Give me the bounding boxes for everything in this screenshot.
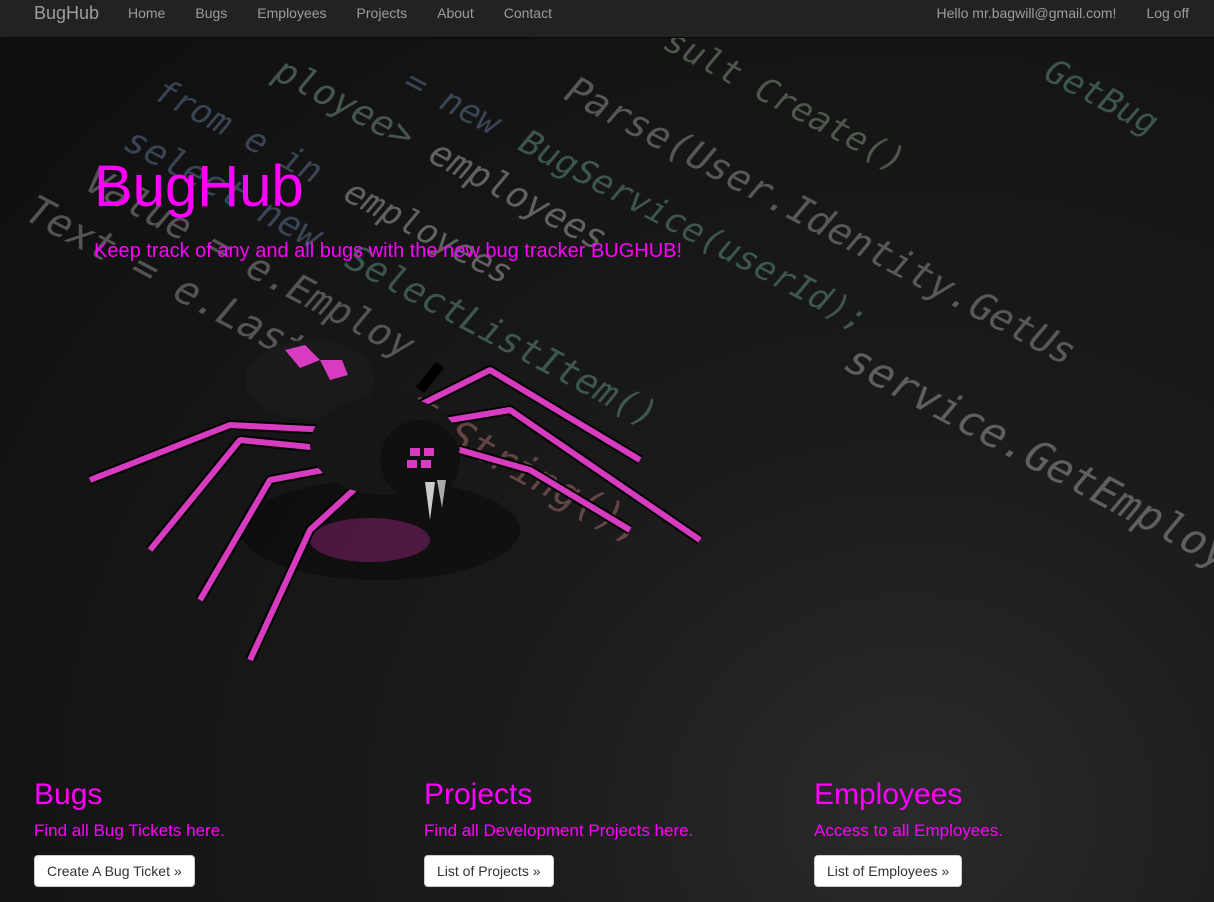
brand-link[interactable]: BugHub xyxy=(34,3,99,24)
hero-tagline: Keep track of any and all bugs with the … xyxy=(94,240,683,262)
nav-links: Home Bugs Employees Projects About Conta… xyxy=(128,5,582,21)
nav-right: Hello mr.bagwill@gmail.com! Log off xyxy=(907,5,1190,21)
list-employees-button[interactable]: List of Employees » xyxy=(814,855,963,887)
navbar: BugHub Home Bugs Employees Projects Abou… xyxy=(0,0,1214,38)
bugs-description: Find all Bug Tickets here. xyxy=(34,821,225,840)
nav-employees[interactable]: Employees xyxy=(257,5,326,21)
hero-title: BugHub xyxy=(94,154,304,219)
employees-section: Employees Access to all Employees. List … xyxy=(814,778,1003,887)
employees-heading: Employees xyxy=(814,778,963,811)
svg-text:service.GetEmploye: service.GetEmploye xyxy=(833,338,1214,590)
nav-contact[interactable]: Contact xyxy=(504,5,552,21)
nav-about[interactable]: About xyxy=(437,5,474,21)
projects-section: Projects Find all Development Projects h… xyxy=(424,778,693,887)
list-projects-button[interactable]: List of Projects » xyxy=(424,855,554,887)
nav-projects[interactable]: Projects xyxy=(357,5,408,21)
projects-heading: Projects xyxy=(424,778,533,811)
employees-description: Access to all Employees. xyxy=(814,821,1003,840)
nav-home[interactable]: Home xyxy=(128,5,165,21)
svg-text:GetBug: GetBug xyxy=(1034,53,1168,142)
spider-illustration xyxy=(80,330,720,670)
bugs-heading: Bugs xyxy=(34,778,103,811)
bugs-section: Bugs Find all Bug Tickets here. Create A… xyxy=(34,778,225,887)
page: BugHub Home Bugs Employees Projects Abou… xyxy=(0,0,1214,902)
nav-bugs[interactable]: Bugs xyxy=(195,5,227,21)
create-bug-ticket-button[interactable]: Create A Bug Ticket » xyxy=(34,855,195,887)
user-greeting-link[interactable]: Hello mr.bagwill@gmail.com! xyxy=(937,5,1117,21)
logoff-link[interactable]: Log off xyxy=(1146,5,1189,21)
projects-description: Find all Development Projects here. xyxy=(424,821,694,840)
